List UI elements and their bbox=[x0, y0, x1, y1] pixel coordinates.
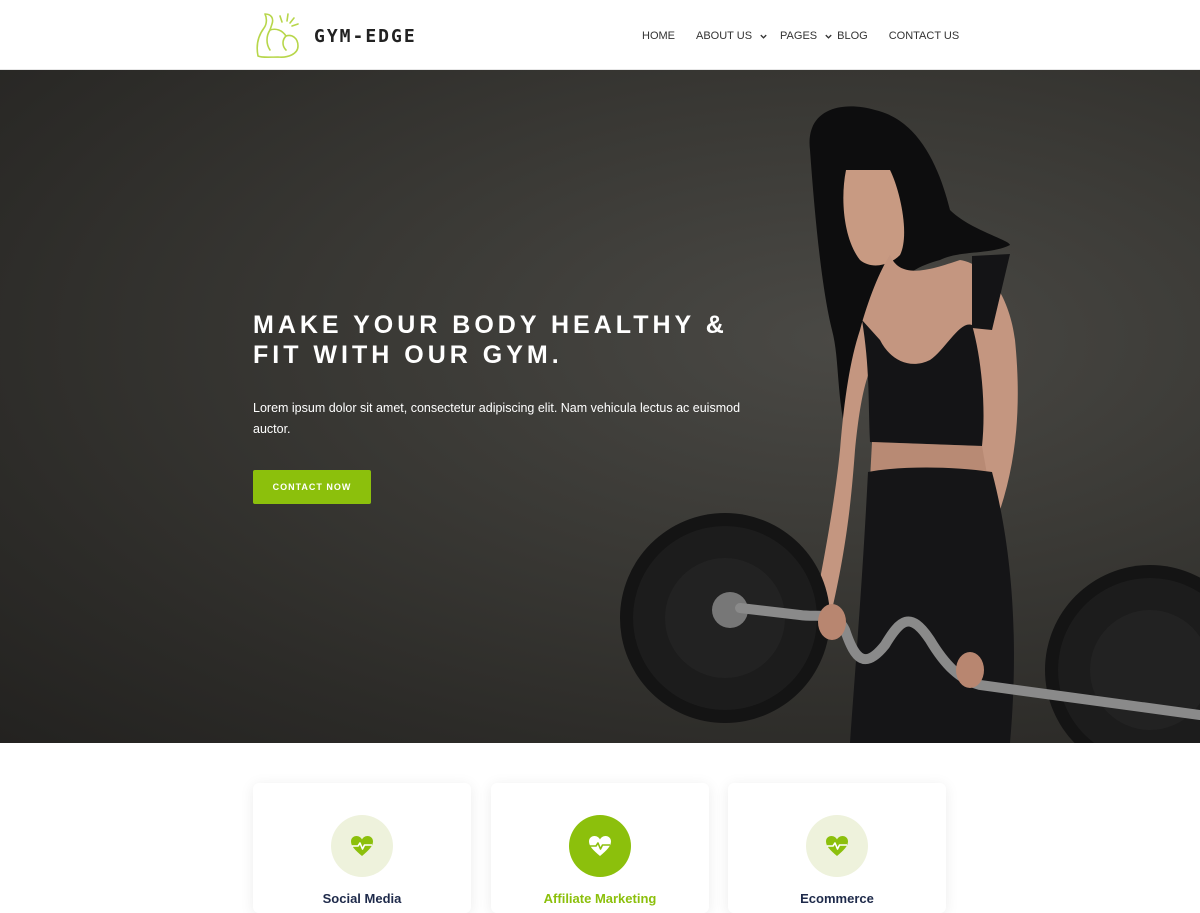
flexed-arm-icon bbox=[256, 13, 299, 59]
chevron-down-icon bbox=[825, 34, 832, 39]
features-section: Social Media Affiliate Marketing Ecommer… bbox=[0, 743, 1200, 913]
feature-icon-wrap bbox=[806, 815, 868, 877]
hero-banner: MAKE YOUR BODY HEALTHY & FIT WITH OUR GY… bbox=[0, 70, 1200, 743]
feature-title: Ecommerce bbox=[800, 891, 874, 906]
main-nav: HOME ABOUT US PAGES BLOG CONTACT US bbox=[642, 26, 959, 46]
heartbeat-icon bbox=[826, 836, 848, 856]
nav-about-label: ABOUT US bbox=[696, 30, 753, 42]
heartbeat-icon bbox=[589, 836, 611, 856]
nav-home-label: HOME bbox=[642, 30, 675, 42]
feature-title: Affiliate Marketing bbox=[543, 891, 657, 906]
feature-icon-wrap bbox=[569, 815, 631, 877]
nav-blog-label: BLOG bbox=[837, 30, 868, 42]
chevron-down-icon bbox=[760, 34, 767, 39]
site-logo[interactable]: GYM-EDGE bbox=[252, 10, 417, 62]
nav-blog[interactable]: BLOG bbox=[837, 30, 868, 42]
feature-card-affiliate-marketing[interactable]: Affiliate Marketing bbox=[491, 783, 709, 913]
nav-about-us[interactable]: ABOUT US bbox=[696, 30, 768, 42]
nav-pages[interactable]: PAGES bbox=[780, 30, 833, 42]
hero-description: Lorem ipsum dolor sit amet, consectetur … bbox=[253, 401, 741, 436]
feature-card-social-media[interactable]: Social Media bbox=[253, 783, 471, 913]
hero-title: MAKE YOUR BODY HEALTHY & FIT WITH OUR GY… bbox=[253, 311, 728, 369]
nav-pages-label: PAGES bbox=[780, 30, 818, 42]
site-header: GYM-EDGE HOME ABOUT US PAGES BLOG CONTAC… bbox=[0, 0, 1200, 70]
logo-text: GYM-EDGE bbox=[314, 25, 417, 47]
feature-card-ecommerce[interactable]: Ecommerce bbox=[728, 783, 946, 913]
feature-title: Social Media bbox=[322, 891, 402, 906]
nav-contact-label: CONTACT US bbox=[888, 30, 960, 42]
heartbeat-icon bbox=[351, 836, 373, 856]
feature-icon-wrap bbox=[331, 815, 393, 877]
contact-now-button[interactable]: CONTACT NOW bbox=[253, 470, 371, 504]
nav-contact-us[interactable]: CONTACT US bbox=[889, 30, 960, 42]
nav-home[interactable]: HOME bbox=[642, 30, 675, 42]
